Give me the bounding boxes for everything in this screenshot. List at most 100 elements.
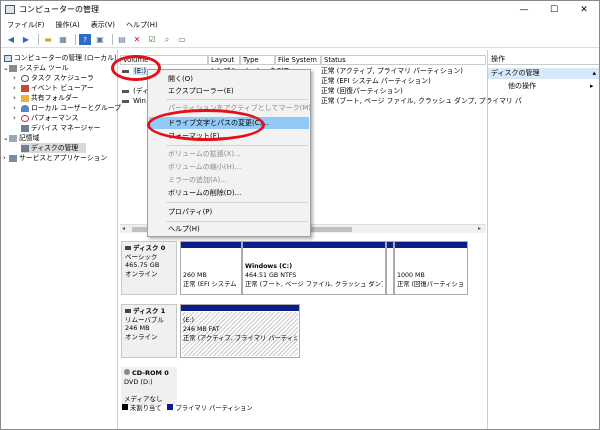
chevron-right-icon[interactable]: ▸: [590, 81, 594, 92]
services-icon: [9, 154, 17, 162]
tree-label: デバイス マネージャー: [31, 124, 101, 132]
partition-usb-size: 246 MB FAT: [183, 326, 220, 333]
actions-header: 操作: [488, 54, 599, 65]
tree-label: システム ツール: [19, 64, 69, 72]
tree-item-device-manager[interactable]: デバイス マネージャー: [21, 123, 100, 133]
menu-item-open[interactable]: 開く(O): [149, 73, 309, 85]
partition-bar: [181, 305, 299, 311]
cdrom-0-info[interactable]: CD-ROM 0 DVD (D:) メディアなし: [121, 367, 177, 405]
disk-1-info[interactable]: ディスク 1 リムーバブル 246 MB オンライン: [121, 304, 177, 358]
actions-disk-management[interactable]: ディスクの管理 ▴: [488, 68, 599, 79]
tree-item-services[interactable]: › サービスとアプリケーション: [3, 153, 107, 163]
partition-windows[interactable]: Windows (C:) 464.51 GB NTFS 正常 (ブート, ページ…: [242, 241, 386, 295]
view-icon[interactable]: ▭: [176, 34, 188, 45]
column-header-file-system[interactable]: File System: [275, 55, 321, 65]
performance-icon: [21, 114, 29, 122]
column-header-status[interactable]: Status: [321, 55, 486, 65]
forward-arrow-icon[interactable]: ▶: [20, 34, 32, 45]
maximize-button[interactable]: ☐: [539, 1, 569, 18]
tree-label: ローカル ユーザーとグループ: [31, 104, 121, 112]
properties-icon[interactable]: ▤: [116, 34, 128, 45]
tree-item-performance[interactable]: › パフォーマンス: [13, 113, 78, 123]
volume-row[interactable]: Win: [122, 96, 146, 106]
tree-label: コンピューターの管理 (ローカル): [14, 54, 117, 62]
legend-primary: プライマリ パーティション: [175, 404, 253, 412]
clock-icon: [21, 74, 29, 82]
volume-status: 正常 (回復パーティション): [321, 87, 403, 95]
menu-item-help[interactable]: ヘルプ(H): [149, 223, 309, 235]
tree-item-disk-management[interactable]: ディスクの管理: [21, 143, 87, 153]
console-icon[interactable]: ▣: [94, 34, 106, 45]
partition-gap: [386, 241, 394, 295]
cdrom-icon: [124, 369, 130, 375]
menu-view[interactable]: 表示(V): [91, 20, 115, 30]
disk-1-type: リムーバブル: [125, 315, 164, 324]
menu-bar: ファイル(F) 操作(A) 表示(V) ヘルプ(H): [1, 18, 599, 32]
search-icon[interactable]: ⌕: [161, 34, 173, 45]
disk-0-size: 465.75 GB: [125, 261, 160, 270]
menu-action[interactable]: 操作(A): [56, 20, 80, 30]
tree-label: 共有フォルダー: [31, 94, 79, 102]
chevron-right-icon[interactable]: ›: [13, 113, 21, 123]
partition-recovery-size: 1000 MB: [397, 272, 425, 279]
legend-swatch-unallocated: [122, 404, 128, 410]
check-icon[interactable]: ☑: [146, 34, 158, 45]
drive-icon: [122, 90, 129, 93]
scroll-left-icon[interactable]: ◂: [122, 225, 125, 232]
device-manager-icon: [21, 124, 29, 132]
context-menu: 開く(O) エクスプローラー(E) パーティションをアクティブとしてマーク(M)…: [147, 69, 311, 237]
properties-icon[interactable]: ▦: [57, 34, 69, 45]
tree-item-shared-folders[interactable]: › 共有フォルダー: [13, 93, 79, 103]
scroll-right-icon[interactable]: ▸: [478, 225, 481, 232]
computer-icon: [4, 54, 12, 62]
folder-up-icon[interactable]: ▬: [42, 34, 54, 45]
back-arrow-icon[interactable]: ◀: [5, 34, 17, 45]
toolbar-separator: [38, 34, 39, 45]
tree-item-local-users[interactable]: › ローカル ユーザーとグループ: [13, 103, 121, 113]
menu-separator: [166, 99, 308, 100]
partition-usb-name: (E:): [183, 317, 195, 324]
disk-0-type: ベーシック: [125, 252, 158, 261]
menu-item-extend-volume[interactable]: ボリュームの拡張(X)...: [149, 148, 309, 160]
partition-windows-size: 464.51 GB NTFS: [245, 272, 297, 279]
close-button[interactable]: ✕: [569, 1, 599, 18]
tree-label: パフォーマンス: [31, 114, 79, 122]
chevron-right-icon[interactable]: ›: [13, 103, 21, 113]
menu-item-delete-volume[interactable]: ボリュームの削除(D)...: [149, 187, 309, 199]
actions-pane: 操作 ディスクの管理 ▴ 他の操作 ▸: [487, 50, 599, 429]
tree-root[interactable]: コンピューターの管理 (ローカル): [4, 53, 117, 63]
collapse-icon[interactable]: ▴: [592, 68, 596, 79]
tree-item-task-scheduler[interactable]: › タスク スケジューラ: [13, 73, 94, 83]
partition-recovery[interactable]: 1000 MB 正常 (回復パーティション: [394, 241, 468, 295]
actions-other[interactable]: 他の操作: [508, 81, 536, 92]
column-header-layout[interactable]: Layout: [208, 55, 240, 65]
title-bar[interactable]: コンピューターの管理 — ☐ ✕: [1, 1, 599, 18]
menu-item-add-mirror[interactable]: ミラーの追加(A)...: [149, 174, 309, 186]
partition-usb[interactable]: (E:) 246 MB FAT 正常 (アクティブ, プライマリ パーティション…: [180, 304, 300, 358]
delete-icon[interactable]: ✕: [131, 34, 143, 45]
chevron-right-icon[interactable]: ›: [13, 73, 21, 83]
partition-efi[interactable]: 260 MB 正常 (EFI システム: [180, 241, 242, 295]
tree-item-system-tools[interactable]: ⌄ システム ツール: [3, 63, 69, 73]
disk-0-info[interactable]: ディスク 0 ベーシック 465.75 GB オンライン: [121, 241, 177, 295]
partition-bar: [387, 242, 393, 248]
cdrom-0-type: DVD (D:): [124, 377, 153, 386]
partition-efi-status: 正常 (EFI システム: [183, 281, 237, 288]
legend: 未割り当て プライマリ パーティション: [122, 403, 253, 412]
tree-item-event-viewer[interactable]: › イベント ビューアー: [13, 83, 94, 93]
menu-file[interactable]: ファイル(F): [7, 20, 45, 30]
minimize-button[interactable]: —: [509, 1, 539, 18]
menu-help[interactable]: ヘルプ(H): [126, 20, 158, 30]
chevron-right-icon[interactable]: ›: [13, 93, 21, 103]
disk-1-state: オンライン: [125, 332, 158, 341]
menu-item-explorer[interactable]: エクスプローラー(E): [149, 85, 309, 97]
volume-row[interactable]: (ディ: [122, 86, 149, 96]
menu-item-shrink-volume[interactable]: ボリュームの縮小(H)...: [149, 161, 309, 173]
chevron-right-icon[interactable]: ›: [13, 83, 21, 93]
partition-windows-status: 正常 (ブート, ページ ファイル, クラッシュ ダンプ, プラ: [245, 281, 383, 288]
users-icon: [21, 104, 29, 112]
tree-item-storage[interactable]: ⌄ 記憶域: [3, 133, 39, 143]
column-header-type[interactable]: Type: [240, 55, 275, 65]
menu-item-properties[interactable]: プロパティ(P): [149, 206, 309, 218]
help-icon[interactable]: ?: [79, 34, 91, 45]
